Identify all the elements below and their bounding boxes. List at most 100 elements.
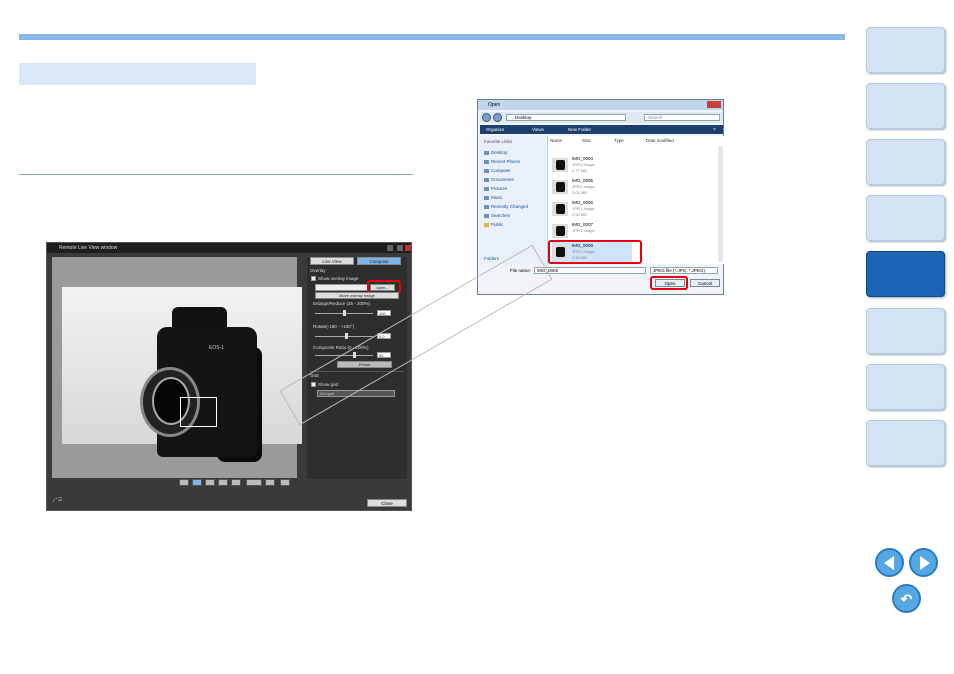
fav-public[interactable]: Public (484, 222, 503, 227)
search-input[interactable]: Search (644, 114, 720, 121)
nav-tab-1[interactable] (866, 27, 945, 73)
fav-documents[interactable]: Documents (484, 177, 514, 182)
favorite-links-pane: Favorite Links Desktop Recent Places Com… (480, 136, 546, 264)
enlarge-label: Enlarge/Reduce (25 - 200%) (313, 301, 371, 306)
window-icon[interactable] (265, 479, 275, 486)
af-frame-icon[interactable] (192, 479, 202, 486)
rotate-right-icon[interactable] (218, 479, 228, 486)
nav-tab-2[interactable] (866, 83, 945, 129)
list-item[interactable]: IMG_0005 JPEG Image 3.04 MB (552, 177, 632, 197)
dialog-title: Open (478, 100, 723, 110)
view-toolbar (179, 479, 303, 487)
nav-tab-5-current[interactable] (866, 251, 945, 297)
recently-changed-icon (484, 204, 489, 209)
nav-tab-4[interactable] (866, 195, 945, 241)
section-heading-box (19, 63, 256, 85)
col-name[interactable]: Name (550, 138, 562, 143)
show-overlay-checkbox[interactable] (311, 276, 316, 281)
file-name-field[interactable]: IMG_0008 (534, 267, 646, 274)
col-type[interactable]: Type (614, 138, 624, 143)
maximize-icon[interactable] (397, 245, 403, 251)
zoom-icon[interactable] (280, 479, 290, 486)
divider (19, 174, 413, 175)
list-item[interactable]: IMG_0006 JPEG Image 2.52 MB (552, 199, 632, 219)
highlight-selected-file (548, 240, 642, 264)
camera-model-label: EOS-1 (209, 345, 225, 351)
image-thumbnail-icon (552, 180, 568, 194)
cancel-button[interactable]: Cancel (690, 279, 720, 287)
return-icon: ↶ (900, 590, 913, 607)
forward-icon[interactable] (493, 113, 502, 122)
focus-frame[interactable] (180, 397, 217, 427)
overlay-path-field[interactable] (315, 284, 369, 291)
rotate-slider[interactable] (315, 336, 373, 337)
overlay-heading: Overlay (310, 268, 326, 273)
tab-compose[interactable]: Compose (357, 257, 401, 265)
grid-icon[interactable] (231, 479, 241, 486)
arrow-right-icon (919, 555, 930, 570)
move-overlay-button[interactable]: Move overlay image (315, 292, 399, 299)
list-item[interactable]: IMG_0004 JPEG Image 2.77 MB (552, 155, 632, 175)
next-page-button[interactable] (909, 548, 938, 577)
arrow-left-icon (883, 555, 894, 570)
nav-tab-6[interactable] (866, 308, 945, 354)
scrollbar[interactable] (718, 146, 723, 262)
image-thumbnail-icon (552, 202, 568, 216)
dialog-close-icon[interactable] (707, 101, 721, 108)
rotate-label: Rotate(-180 - +180°) (313, 324, 355, 329)
fav-computer[interactable]: Computer (484, 168, 511, 173)
rotate-slider-knob[interactable] (345, 333, 348, 339)
searches-icon (484, 213, 489, 218)
crosshair-icon[interactable] (179, 479, 189, 486)
enlarge-value[interactable]: 100 (377, 310, 391, 316)
computer-icon (484, 168, 489, 173)
fav-searches[interactable]: Searches (484, 213, 510, 218)
back-icon[interactable] (482, 113, 491, 122)
views-button[interactable]: Views (532, 125, 544, 134)
desktop-icon (484, 150, 489, 155)
folders-toggle[interactable]: Folders (484, 256, 499, 261)
header-bar (19, 34, 845, 40)
fav-recently-changed[interactable]: Recently Changed (484, 204, 528, 209)
help-icon[interactable]: ? (713, 125, 716, 134)
music-icon (484, 195, 489, 200)
highlight-open-button (650, 276, 688, 290)
recent-places-icon (484, 159, 489, 164)
pictures-icon (484, 186, 489, 191)
new-folder-button[interactable]: New Folder (568, 125, 591, 134)
nav-tab-7[interactable] (866, 364, 945, 410)
file-list-pane: Name Size Type Date modified IMG_0004 JP… (547, 136, 724, 264)
zoom-ratio-icon[interactable] (246, 479, 262, 486)
tab-live-view[interactable]: Live View (310, 257, 354, 265)
show-overlay-label: Show overlay image (318, 276, 359, 281)
status-icons: ⤢ ⚄ (53, 497, 62, 503)
nav-tab-3[interactable] (866, 139, 945, 185)
live-view-area: EOS-1 (52, 257, 302, 478)
dialog-toolbar: Organize Views New Folder ? (480, 125, 723, 134)
image-thumbnail-icon (552, 224, 568, 238)
organize-button[interactable]: Organize (486, 125, 504, 134)
window-title: Remote Live View window (47, 243, 411, 253)
minimize-icon[interactable] (387, 245, 393, 251)
public-icon (484, 222, 489, 227)
camera-photo: EOS-1 (62, 287, 302, 462)
fav-recent-places[interactable]: Recent Places (484, 159, 520, 164)
nav-tab-8[interactable] (866, 420, 945, 466)
fav-music[interactable]: Music (484, 195, 503, 200)
previous-page-button[interactable] (875, 548, 904, 577)
rotate-left-icon[interactable] (205, 479, 215, 486)
enlarge-slider-knob[interactable] (343, 310, 346, 316)
close-icon[interactable] (405, 245, 411, 251)
return-button[interactable]: ↶ (892, 584, 921, 613)
favorite-links-heading: Favorite Links (484, 139, 513, 144)
list-item[interactable]: IMG_0007 JPEG Image (552, 221, 632, 241)
fav-desktop[interactable]: Desktop (484, 150, 508, 155)
file-type-select[interactable]: JPEG file (*.JPG, *.JPEG) (650, 267, 718, 274)
image-thumbnail-icon (552, 158, 568, 172)
address-bar: Desktop Search (480, 112, 723, 123)
fav-pictures[interactable]: Pictures (484, 186, 507, 191)
address-field[interactable]: Desktop (506, 114, 626, 121)
col-size[interactable]: Size (582, 138, 591, 143)
col-date-modified[interactable]: Date modified (646, 138, 674, 143)
close-button[interactable]: Close (367, 499, 407, 507)
